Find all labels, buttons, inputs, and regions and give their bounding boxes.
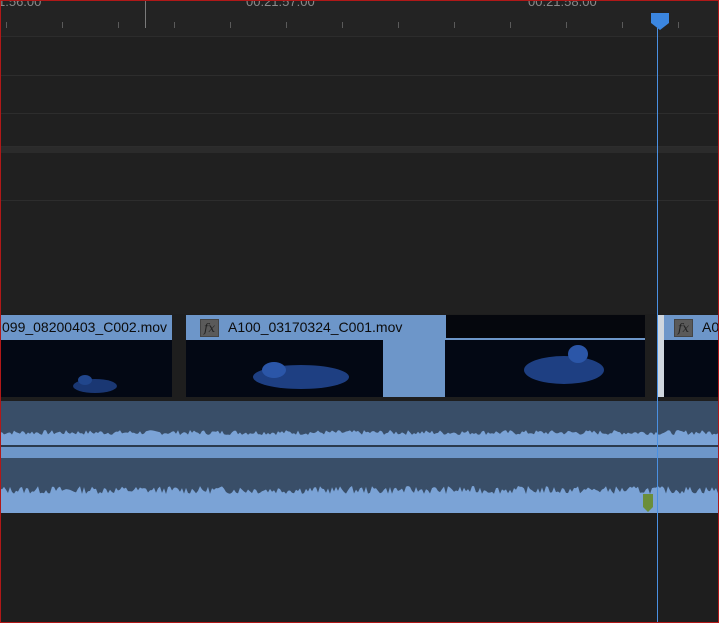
ruler-tick [6, 22, 7, 28]
marker-icon[interactable] [643, 494, 653, 512]
clip-header[interactable]: 099_08200403_C002.mov [0, 315, 172, 340]
clip-thumbnail [186, 340, 645, 397]
ruler-tick [510, 22, 511, 28]
fx-badge[interactable]: fx [674, 319, 693, 337]
audio-waveform [0, 430, 719, 445]
audio-clip-channel-1[interactable] [0, 401, 719, 445]
ruler-major-tick [145, 0, 146, 28]
clip-name: 099_08200403_C002.mov [2, 319, 168, 335]
timecode-label-1: 1:56:00 [0, 0, 42, 9]
ruler-tick [398, 22, 399, 28]
clip-name: A100_03170324_C001.mov [228, 319, 403, 335]
audio-waveform [0, 486, 719, 513]
ruler-tick [286, 22, 287, 28]
clip-thumbnail [0, 340, 172, 397]
video-track-row[interactable] [0, 153, 719, 201]
ruler-tick [678, 22, 679, 28]
ruler-tick [454, 22, 455, 28]
video-clip[interactable]: fx A0 [658, 315, 719, 397]
playhead-handle-icon[interactable] [650, 11, 670, 31]
ruler-tick [622, 22, 623, 28]
ruler-tick [118, 22, 119, 28]
video-track-row[interactable] [0, 201, 719, 314]
video-track-row[interactable] [0, 37, 719, 76]
video-clip[interactable]: fx A100_03170324_C001.mov [186, 315, 645, 397]
timecode-label-3: 00:21:58:00 [528, 0, 597, 9]
ruler-tick [342, 22, 343, 28]
clip-header-extension [446, 315, 645, 340]
clip-header[interactable]: fx A0 [664, 315, 719, 340]
audio-clip-channel-2[interactable] [0, 458, 719, 513]
clip-thumbnail [664, 340, 719, 397]
playhead-line[interactable] [657, 28, 658, 623]
video-track-row[interactable] [0, 76, 719, 114]
ruler-tick [174, 22, 175, 28]
ruler-tick [230, 22, 231, 28]
clip-header[interactable]: fx A100_03170324_C001.mov [186, 315, 446, 340]
timecode-label-2: 00:21:57:00 [246, 0, 315, 9]
clip-name: A0 [702, 319, 719, 335]
fx-badge[interactable]: fx [200, 319, 219, 337]
video-track-row[interactable] [0, 114, 719, 147]
ruler-tick [62, 22, 63, 28]
audio-channel-divider [0, 445, 719, 458]
video-clip[interactable]: 099_08200403_C002.mov [0, 315, 172, 397]
time-ruler[interactable]: 1:56:00 00:21:57:00 00:21:58:00 [0, 0, 719, 37]
ruler-tick [566, 22, 567, 28]
